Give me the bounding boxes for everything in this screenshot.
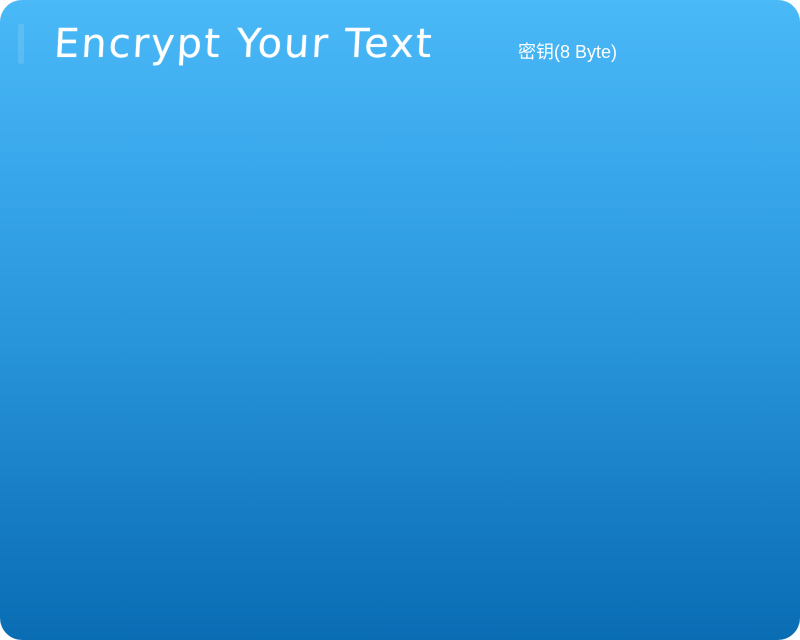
encrypt-window: Encrypt Your Text 密钥(8 Byte)	[0, 0, 800, 640]
window-edge-accent	[18, 24, 24, 64]
page-title: Encrypt Your Text	[52, 21, 435, 67]
key-label: 密钥(8 Byte)	[518, 42, 618, 62]
